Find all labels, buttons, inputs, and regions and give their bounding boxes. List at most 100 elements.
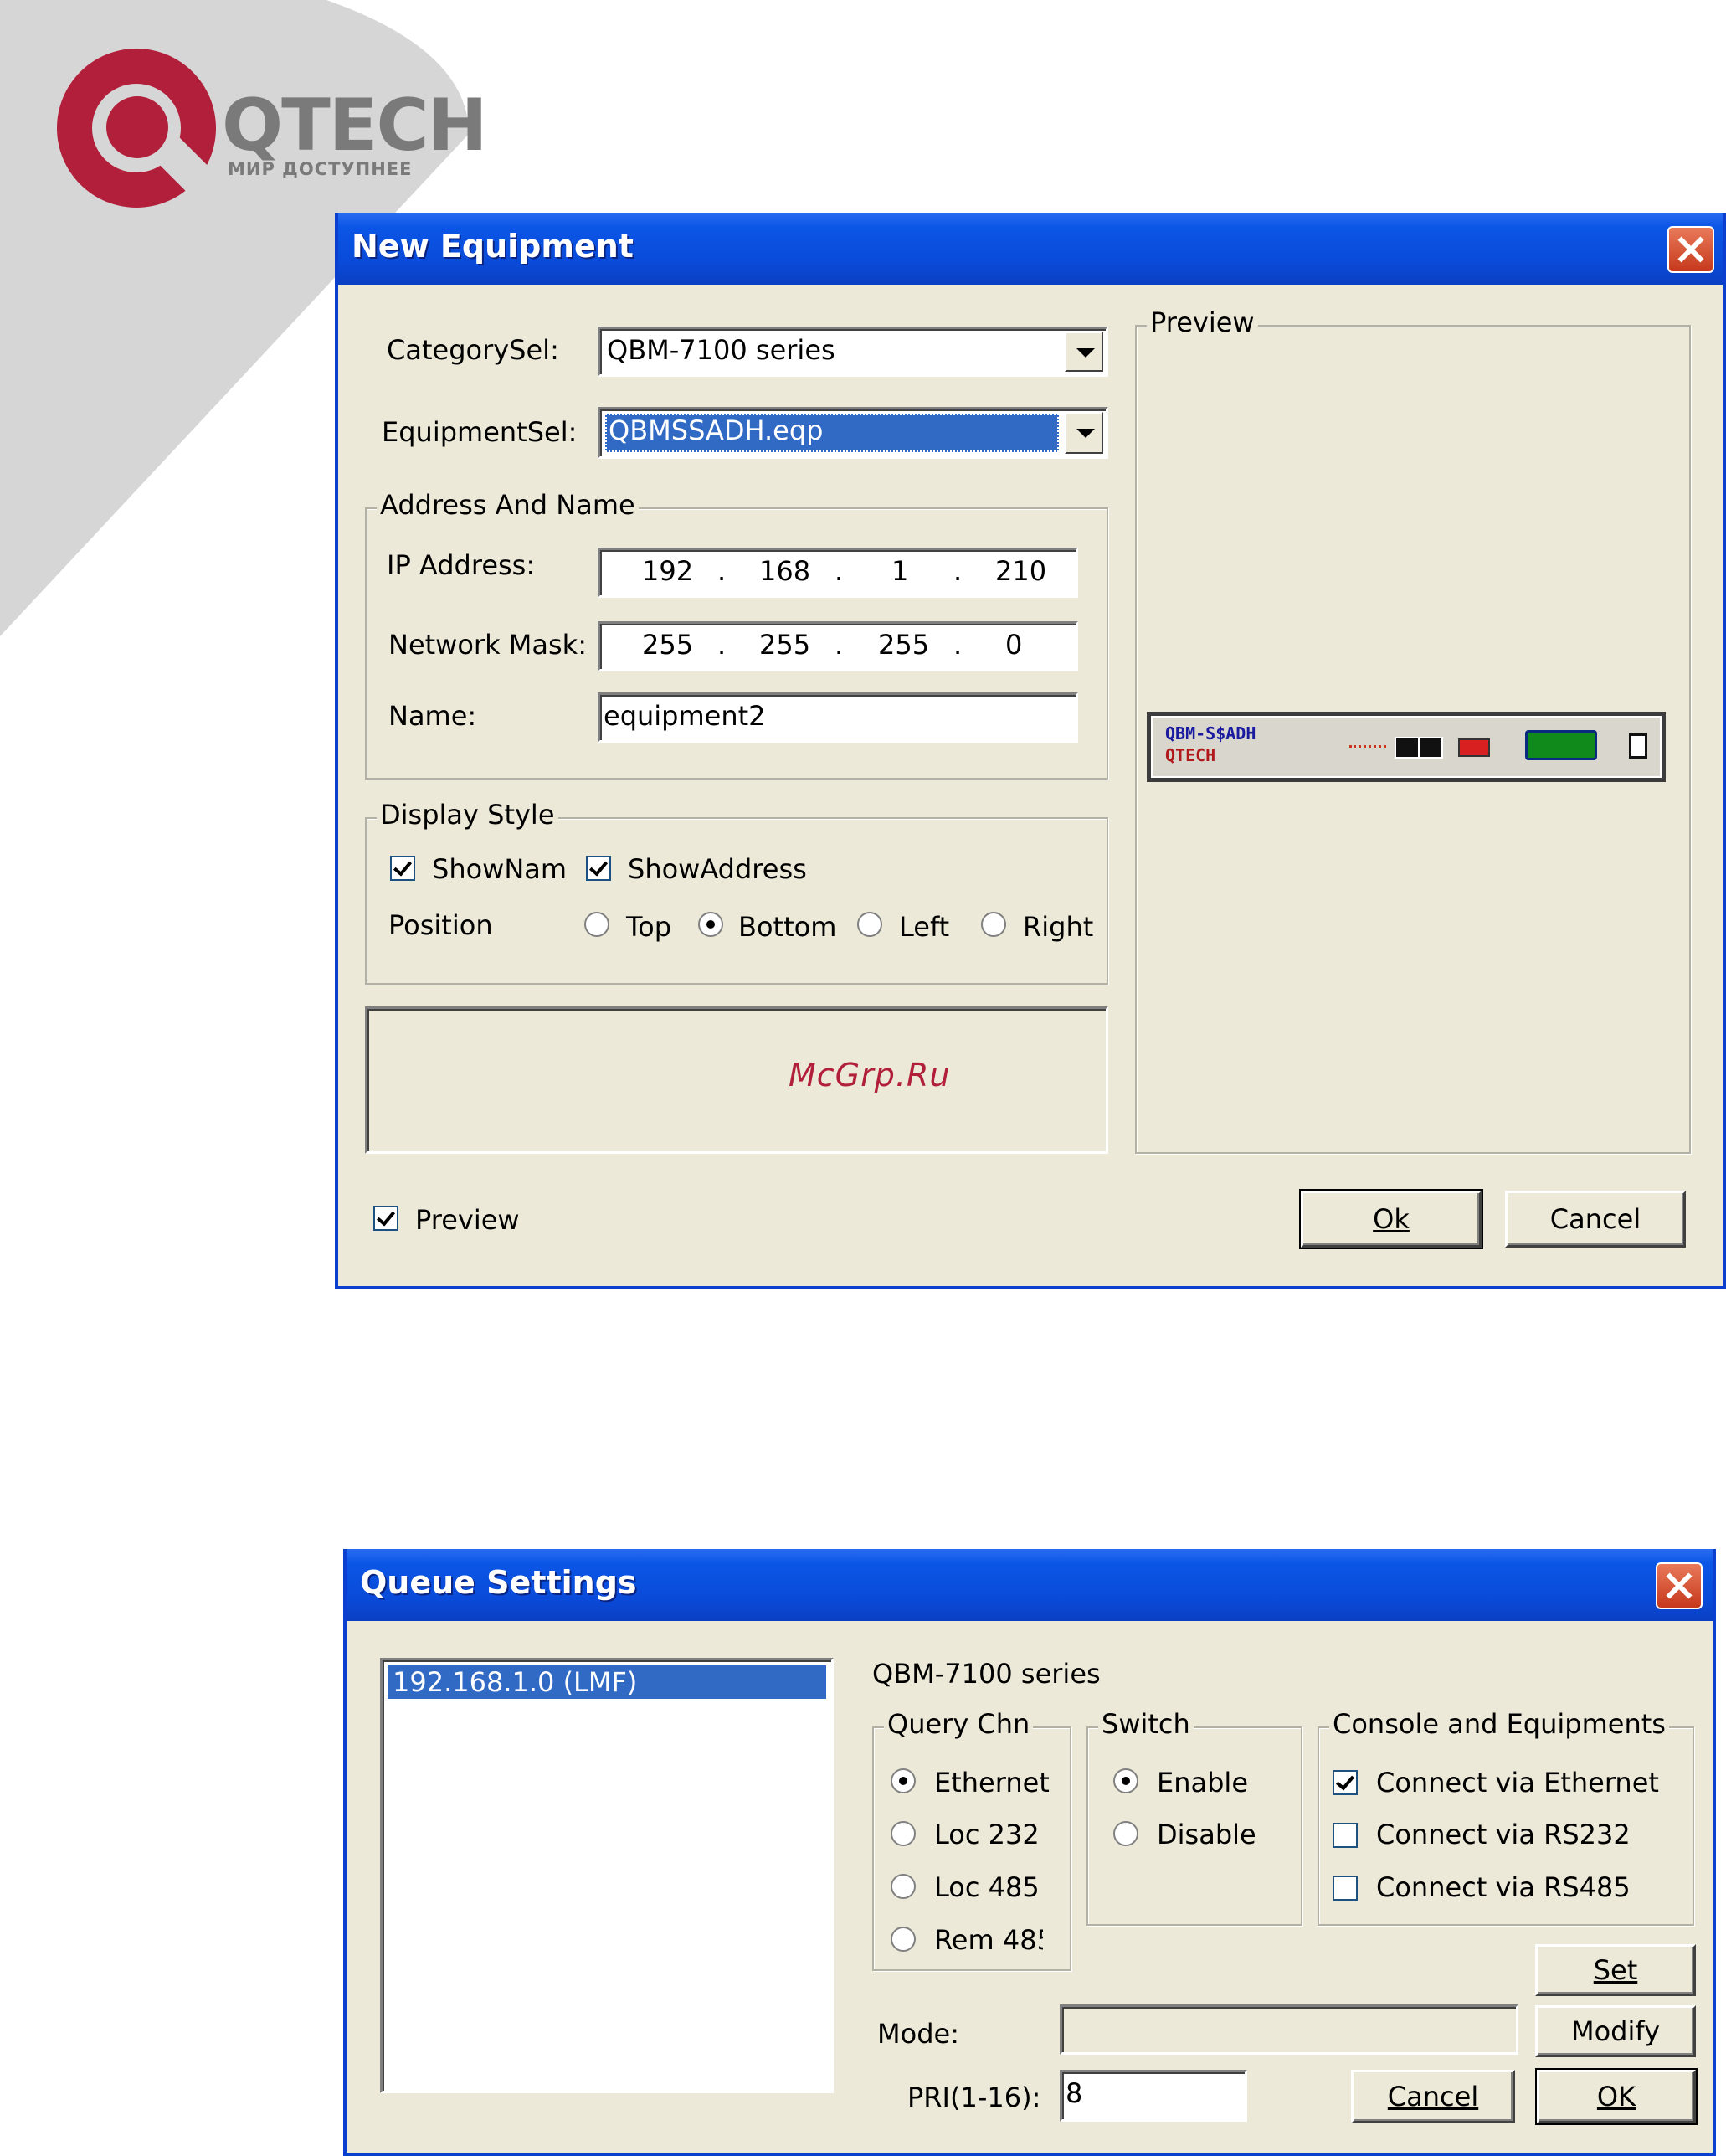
chevron-down-icon[interactable] bbox=[1065, 412, 1103, 454]
position-bottom-radio[interactable] bbox=[698, 912, 723, 937]
ok-button[interactable]: Ok bbox=[1299, 1189, 1483, 1249]
chevron-down-icon[interactable] bbox=[1065, 332, 1103, 372]
mask-dot: . bbox=[717, 629, 727, 661]
show-name-label[interactable]: ShowName bbox=[432, 853, 568, 885]
power-switch-icon bbox=[1629, 733, 1647, 759]
dialog-titlebar[interactable]: Queue Settings bbox=[347, 1549, 1713, 1621]
set-button[interactable]: Set bbox=[1535, 1944, 1696, 1996]
name-label: Name: bbox=[388, 700, 477, 732]
connect-rs485-label[interactable]: Connect via RS485 bbox=[1376, 1871, 1631, 1903]
ip-address-field[interactable]: 192 . 168 . 1 . 210 bbox=[598, 548, 1078, 598]
mask-dot: . bbox=[953, 629, 963, 661]
switch-enable-radio[interactable] bbox=[1113, 1768, 1138, 1793]
cancel-button-label: Cancel bbox=[1387, 2081, 1479, 2112]
ok-button-label: OK bbox=[1596, 2081, 1636, 2112]
position-left-radio[interactable] bbox=[857, 912, 882, 937]
position-left-label[interactable]: Left bbox=[899, 911, 949, 943]
category-label: CategorySel: bbox=[387, 334, 559, 366]
ip-octet-4: 210 bbox=[995, 555, 1047, 587]
preview-checkbox[interactable] bbox=[373, 1206, 398, 1231]
watermark: McGrp.Ru bbox=[789, 1057, 951, 1093]
network-mask-label: Network Mask: bbox=[388, 629, 587, 661]
preview-group-title: Preview bbox=[1147, 306, 1258, 338]
query-ethernet-label[interactable]: Ethernet bbox=[934, 1767, 1050, 1798]
connect-ethernet-checkbox[interactable] bbox=[1333, 1770, 1358, 1795]
logo-wordmark: QTECH bbox=[222, 84, 488, 167]
dialog-title: Queue Settings bbox=[360, 1564, 637, 1601]
cancel-button[interactable]: Cancel bbox=[1351, 2070, 1515, 2123]
info-panel bbox=[365, 1006, 1108, 1154]
ok-button[interactable]: OK bbox=[1535, 2068, 1698, 2125]
connect-rs232-checkbox[interactable] bbox=[1333, 1823, 1358, 1848]
show-address-checkbox[interactable] bbox=[586, 856, 611, 881]
preview-check-label[interactable]: Preview bbox=[415, 1204, 520, 1236]
query-loc232-label[interactable]: Loc 232 bbox=[934, 1819, 1040, 1850]
queue-list[interactable]: 192.168.1.0 (LMF) bbox=[380, 1658, 834, 2093]
set-button-label: Set bbox=[1593, 1954, 1638, 1986]
device-preview: QBM-S$ADH QTECH bbox=[1147, 712, 1666, 782]
device-brand: QTECH bbox=[1165, 745, 1216, 765]
logo-dot-icon bbox=[106, 96, 168, 158]
query-ethernet-radio[interactable] bbox=[891, 1768, 916, 1793]
position-top-radio[interactable] bbox=[584, 912, 609, 937]
series-label: QBM-7100 series bbox=[872, 1658, 1101, 1690]
address-group-title: Address And Name bbox=[377, 489, 639, 521]
query-rem485-radio[interactable] bbox=[891, 1927, 916, 1952]
query-loc485-radio[interactable] bbox=[891, 1874, 916, 1899]
mask-octet-1: 255 bbox=[642, 629, 694, 661]
position-right-label[interactable]: Right bbox=[1023, 911, 1093, 943]
equipment-label: EquipmentSel: bbox=[382, 416, 578, 448]
mask-octet-2: 255 bbox=[759, 629, 811, 661]
equipment-select[interactable]: QBMSSADH.eqp bbox=[598, 407, 1108, 459]
switch-disable-label[interactable]: Disable bbox=[1157, 1819, 1256, 1850]
category-value: QBM-7100 series bbox=[607, 334, 835, 366]
position-bottom-label[interactable]: Bottom bbox=[738, 911, 836, 943]
close-icon[interactable] bbox=[1656, 1562, 1703, 1609]
modify-button[interactable]: Modify bbox=[1535, 2005, 1696, 2057]
query-chn-title: Query Chn bbox=[884, 1708, 1034, 1740]
dialog-titlebar[interactable]: New Equipment bbox=[338, 213, 1723, 285]
cancel-button[interactable]: Cancel bbox=[1505, 1191, 1686, 1248]
position-top-label[interactable]: Top bbox=[626, 911, 671, 943]
network-mask-field[interactable]: 255 . 255 . 255 . 0 bbox=[598, 621, 1078, 671]
mode-field[interactable] bbox=[1060, 2004, 1518, 2055]
switch-enable-label[interactable]: Enable bbox=[1157, 1767, 1248, 1798]
console-group-title: Console and Equipments bbox=[1329, 1708, 1669, 1740]
modify-button-label: Modify bbox=[1570, 2015, 1661, 2047]
ip-octet-3: 1 bbox=[891, 555, 909, 587]
query-loc485-label[interactable]: Loc 485 bbox=[934, 1871, 1040, 1903]
pri-value: 8 bbox=[1066, 2077, 1083, 2109]
switch-disable-radio[interactable] bbox=[1113, 1821, 1138, 1846]
show-address-label[interactable]: ShowAddress bbox=[628, 853, 807, 885]
list-item[interactable]: 192.168.1.0 (LMF) bbox=[388, 1665, 826, 1699]
ip-dot: . bbox=[717, 555, 727, 587]
device-model: QBM-S$ADH bbox=[1165, 723, 1256, 744]
name-field[interactable]: equipment2 bbox=[598, 692, 1078, 743]
query-loc232-radio[interactable] bbox=[891, 1821, 916, 1846]
display-style-group: Display Style bbox=[365, 799, 1108, 985]
connect-rs232-label[interactable]: Connect via RS232 bbox=[1376, 1819, 1631, 1850]
mode-label: Mode: bbox=[877, 2018, 959, 2050]
logo-tagline: МИР ДОСТУПНЕЕ bbox=[228, 159, 413, 179]
query-rem485-label[interactable]: Rem 485 bbox=[934, 1924, 1043, 1956]
mask-octet-3: 255 bbox=[878, 629, 930, 661]
mask-octet-4: 0 bbox=[1005, 629, 1023, 661]
ip-octet-2: 168 bbox=[759, 555, 811, 587]
close-icon[interactable] bbox=[1667, 226, 1714, 273]
ip-octet-1: 192 bbox=[642, 555, 694, 587]
category-select[interactable]: QBM-7100 series bbox=[598, 327, 1108, 377]
mask-dot: . bbox=[835, 629, 844, 661]
pri-field[interactable]: 8 bbox=[1060, 2070, 1247, 2122]
ip-dot: . bbox=[835, 555, 844, 587]
show-name-checkbox[interactable] bbox=[390, 856, 415, 881]
equipment-value: QBMSSADH.eqp bbox=[605, 414, 1059, 452]
connect-ethernet-label[interactable]: Connect via Ethernet bbox=[1376, 1767, 1659, 1798]
display-style-title: Display Style bbox=[377, 799, 558, 831]
queue-settings-dialog: Queue Settings 192.168.1.0 (LMF) QBM-710… bbox=[343, 1549, 1716, 2156]
new-equipment-dialog: New Equipment CategorySel: QBM-7100 seri… bbox=[335, 213, 1726, 1289]
alarm-port-icon bbox=[1458, 738, 1490, 757]
port-icon bbox=[1418, 737, 1443, 759]
connect-rs485-checkbox[interactable] bbox=[1333, 1876, 1358, 1901]
position-right-radio[interactable] bbox=[981, 912, 1006, 937]
name-value: equipment2 bbox=[604, 700, 766, 732]
